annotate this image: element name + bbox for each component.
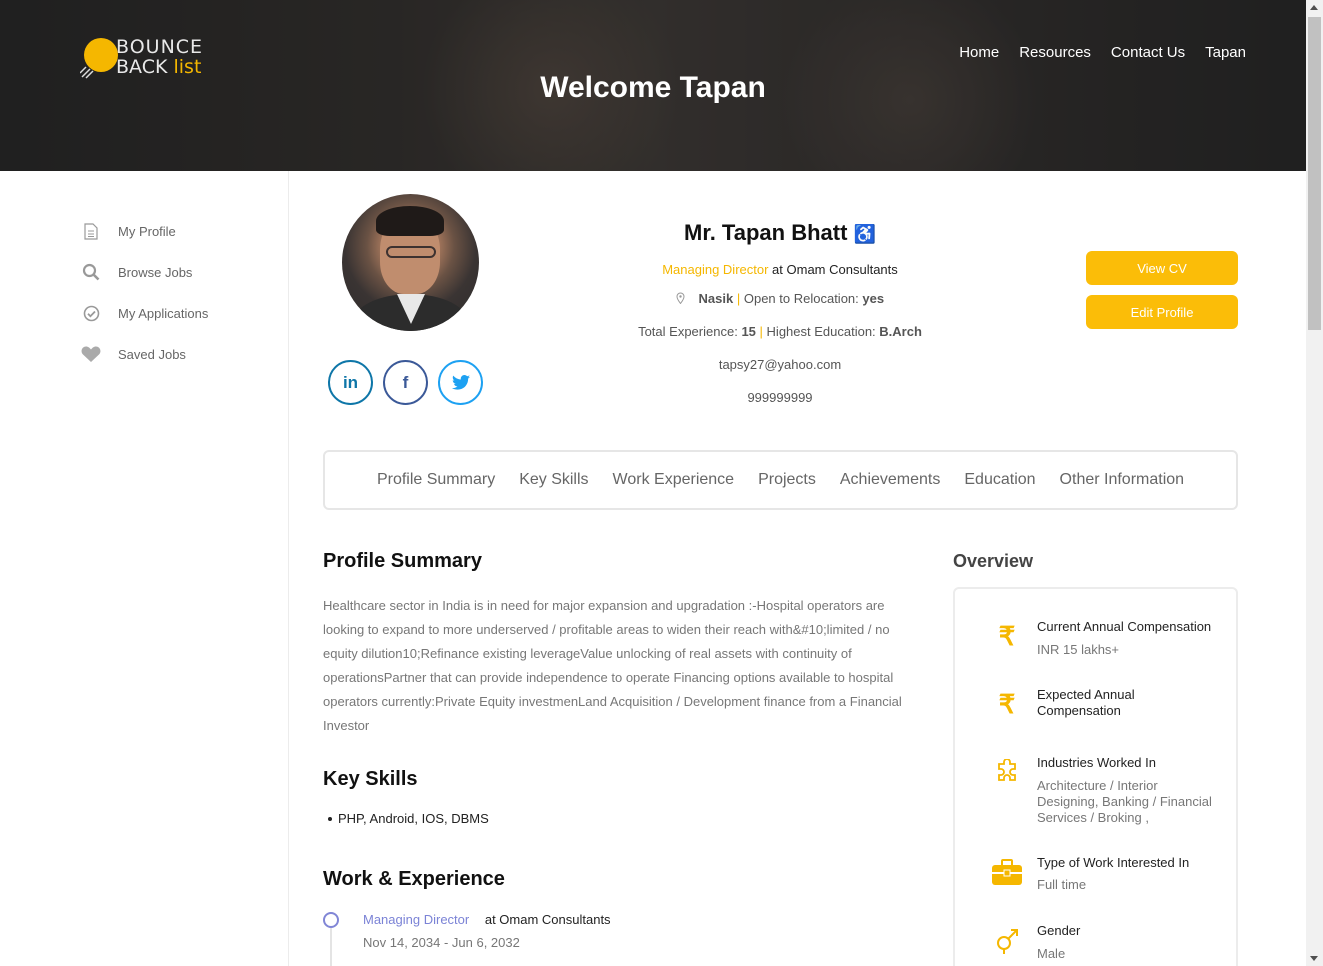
profile-phone: 999999999 xyxy=(747,390,813,405)
profile-company: Omam Consultants xyxy=(786,262,898,277)
sidebar-item-label: Saved Jobs xyxy=(118,346,186,362)
page-scrollbar[interactable] xyxy=(1306,0,1323,966)
gender-icon xyxy=(990,923,1024,957)
sidebar-item-label: My Applications xyxy=(118,305,209,321)
heart-icon xyxy=(80,344,102,364)
nav-resources[interactable]: Resources xyxy=(1019,44,1091,61)
timeline-dot xyxy=(323,912,339,928)
experience-item: Managing Director at Omam Consultants xyxy=(363,912,611,927)
sidebar-item-label: My Profile xyxy=(118,223,176,239)
hero-banner: BOUNCE BACK list Welcome Tapan Home Reso… xyxy=(0,0,1306,171)
tab-work-experience[interactable]: Work Experience xyxy=(613,471,735,489)
profile-tabs: Profile Summary Key Skills Work Experien… xyxy=(323,450,1238,510)
experience-dates: Nov 14, 2034 - Jun 6, 2032 xyxy=(363,935,520,950)
scroll-up-icon[interactable] xyxy=(1310,5,1318,10)
scrollbar-thumb[interactable] xyxy=(1308,17,1321,330)
tab-education[interactable]: Education xyxy=(964,471,1035,489)
tab-profile-summary[interactable]: Profile Summary xyxy=(377,471,495,489)
facebook-icon[interactable]: f xyxy=(383,360,428,405)
work-experience-heading: Work & Experience xyxy=(323,868,505,890)
profile-summary-heading: Profile Summary xyxy=(323,550,482,572)
sidebar-item-my-applications[interactable]: My Applications xyxy=(80,303,208,323)
puzzle-icon xyxy=(990,755,1024,789)
profile-role-line: Managing Director at Omam Consultants xyxy=(662,262,898,277)
profile-role: Managing Director xyxy=(662,262,769,277)
profile-summary-text: Healthcare sector in India is in need fo… xyxy=(323,598,902,733)
linkedin-icon[interactable]: in xyxy=(328,360,373,405)
education-value: B.Arch xyxy=(879,324,922,339)
profile-avatar xyxy=(342,194,479,331)
nav-user-menu[interactable]: Tapan xyxy=(1205,44,1246,61)
tab-other-information[interactable]: Other Information xyxy=(1060,471,1185,489)
scroll-down-icon[interactable] xyxy=(1310,956,1318,961)
brand-line1: BOUNCE xyxy=(116,36,204,58)
edit-profile-button[interactable]: Edit Profile xyxy=(1086,295,1238,329)
profile-location-line: Nasik | Open to Relocation: yes xyxy=(560,291,1000,307)
rupee-icon: ₹ xyxy=(998,688,1016,719)
key-skills-heading: Key Skills xyxy=(323,768,418,790)
top-nav: Home Resources Contact Us Tapan xyxy=(959,44,1246,61)
nav-home[interactable]: Home xyxy=(959,44,999,61)
tab-projects[interactable]: Projects xyxy=(758,471,816,489)
twitter-icon[interactable] xyxy=(438,360,483,405)
profile-email[interactable]: tapsy27@yahoo.com xyxy=(560,357,1000,372)
experience-role[interactable]: Managing Director xyxy=(363,912,469,927)
sidebar-item-browse-jobs[interactable]: Browse Jobs xyxy=(80,262,192,282)
sidebar: My Profile Browse Jobs My Applications S… xyxy=(0,171,289,966)
profile-location: Nasik xyxy=(698,291,734,306)
nav-contact-us[interactable]: Contact Us xyxy=(1111,44,1185,61)
check-circle-icon xyxy=(80,303,102,323)
page-title: Welcome Tapan xyxy=(540,71,766,104)
rupee-icon: ₹ xyxy=(998,620,1016,651)
briefcase-icon xyxy=(990,855,1024,889)
overview-heading: Overview xyxy=(953,551,1034,571)
tab-achievements[interactable]: Achievements xyxy=(840,471,941,489)
view-cv-button[interactable]: View CV xyxy=(1086,251,1238,285)
experience-value: 15 xyxy=(741,324,756,339)
search-icon xyxy=(80,262,102,282)
list-item: PHP, Android, IOS, DBMS xyxy=(328,811,489,826)
relocation-value: yes xyxy=(862,291,885,306)
sidebar-item-label: Browse Jobs xyxy=(118,264,193,280)
document-icon xyxy=(80,221,102,241)
tab-key-skills[interactable]: Key Skills xyxy=(519,471,588,489)
sidebar-item-saved-jobs[interactable]: Saved Jobs xyxy=(80,344,186,364)
sidebar-item-my-profile[interactable]: My Profile xyxy=(80,221,176,241)
profile-name: Mr. Tapan Bhatt ♿ xyxy=(684,220,876,245)
timeline-line xyxy=(330,928,332,966)
location-pin-icon xyxy=(676,292,685,307)
experience-company: at Omam Consultants xyxy=(484,912,611,927)
accessibility-icon: ♿ xyxy=(853,224,876,244)
profile-experience-line: Total Experience: 15 | Highest Education… xyxy=(638,324,922,339)
